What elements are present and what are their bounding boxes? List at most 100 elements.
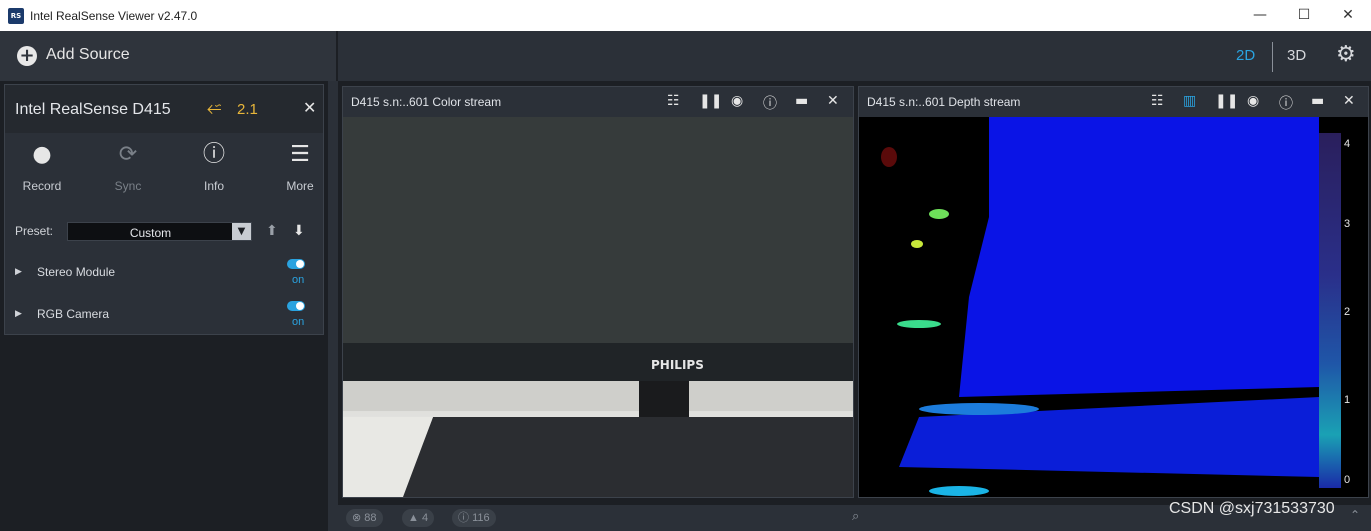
module-rgb[interactable]: ▶ RGB Camera bbox=[15, 307, 315, 327]
legend-label: 1 bbox=[1344, 394, 1351, 406]
preset-value: Custom bbox=[129, 226, 172, 240]
depth-region-far bbox=[959, 117, 1319, 397]
info-button[interactable]: ⓘ Info bbox=[179, 141, 249, 193]
expand-arrow-icon: ▶ bbox=[15, 309, 22, 319]
sync-label: Sync bbox=[114, 179, 142, 193]
close-stream-icon[interactable]: ✕ bbox=[1343, 93, 1355, 109]
color-stream-panel: D415 s.n:..601 Color stream ☷ ❚❚ ◉ ⓘ ▬ ✕… bbox=[342, 86, 854, 498]
depth-blob bbox=[881, 147, 897, 167]
error-count-button[interactable]: ⊗ 88 bbox=[346, 509, 383, 527]
desk-background bbox=[343, 381, 853, 411]
module-label: Stereo Module bbox=[37, 265, 116, 279]
maximize-button[interactable]: ☐ bbox=[1284, 4, 1324, 26]
monitor-bezel bbox=[343, 343, 853, 381]
add-source-label: Add Source bbox=[46, 46, 130, 63]
depth-blob bbox=[929, 209, 949, 219]
monitor-screen bbox=[343, 117, 853, 345]
histogram-icon[interactable]: ▥ bbox=[1183, 93, 1196, 109]
module-stereo[interactable]: ▶ Stereo Module bbox=[15, 265, 315, 285]
module-label: RGB Camera bbox=[37, 307, 110, 321]
window-titlebar: RS Intel RealSense Viewer v2.47.0 — ☐ ✕ bbox=[0, 0, 1371, 31]
stream-title: D415 s.n:..601 Color stream bbox=[351, 95, 502, 109]
info-count: 116 bbox=[472, 512, 490, 524]
stream-header: D415 s.n:..601 Depth stream ☷ ▥ ❚❚ ◉ ⓘ ▬… bbox=[859, 87, 1368, 117]
rgb-toggle-state: on bbox=[292, 316, 305, 328]
add-source-button[interactable]: + Add Source bbox=[0, 31, 338, 81]
sync-icon: ⟳ bbox=[118, 142, 138, 167]
minimize-panel-icon[interactable]: ▬ bbox=[1311, 93, 1324, 109]
info-icon: ⓘ bbox=[458, 512, 473, 524]
color-scene: PHILIPS bbox=[343, 117, 853, 497]
camera-icon[interactable]: ◉ bbox=[731, 93, 743, 109]
stereo-toggle-state: on bbox=[292, 274, 305, 286]
window-title: Intel RealSense Viewer v2.47.0 bbox=[30, 9, 198, 23]
download-icon[interactable]: ⬇ bbox=[293, 223, 305, 239]
menu-icon: ☰ bbox=[290, 142, 310, 167]
mode-separator bbox=[1272, 42, 1273, 72]
settings-gear-icon[interactable]: ⚙ bbox=[1336, 42, 1356, 67]
info-icon[interactable]: ⓘ bbox=[1279, 93, 1293, 113]
monitor-stand bbox=[639, 381, 689, 417]
depth-scene bbox=[881, 117, 1319, 496]
legend-label: 4 bbox=[1344, 138, 1351, 150]
watermark: CSDN @sxj731533730 bbox=[1169, 500, 1335, 517]
info-icon[interactable]: ⓘ bbox=[763, 93, 777, 113]
record-button[interactable]: ● Record bbox=[7, 141, 77, 193]
depth-blob bbox=[897, 320, 941, 328]
minimize-panel-icon[interactable]: ▬ bbox=[795, 93, 808, 109]
stereo-toggle[interactable] bbox=[287, 259, 305, 269]
legend-label: 2 bbox=[1344, 306, 1351, 318]
record-label: Record bbox=[22, 179, 62, 193]
rgb-toggle[interactable] bbox=[287, 301, 305, 311]
close-window-button[interactable]: ✕ bbox=[1328, 4, 1368, 26]
minimize-button[interactable]: — bbox=[1240, 4, 1280, 26]
info-icon: ⓘ bbox=[202, 142, 225, 167]
more-label: More bbox=[286, 179, 314, 193]
info-count-button[interactable]: ⓘ 116 bbox=[452, 509, 496, 527]
checklist-icon[interactable]: ☷ bbox=[1151, 93, 1164, 109]
depth-blob bbox=[911, 240, 923, 248]
close-stream-icon[interactable]: ✕ bbox=[827, 93, 839, 109]
depth-edge bbox=[929, 486, 989, 496]
depth-colormap-legend bbox=[1319, 133, 1341, 488]
keyboard bbox=[403, 417, 853, 497]
pause-icon[interactable]: ❚❚ bbox=[1215, 93, 1238, 109]
more-button[interactable]: ☰ More bbox=[265, 141, 335, 193]
usb-icon: ⭁ bbox=[207, 98, 222, 119]
preset-select[interactable]: Custom ▼ bbox=[67, 222, 252, 241]
device-card: Intel RealSense D415 ⭁ 2.1 ✕ ● Record ⟳ … bbox=[4, 84, 324, 335]
depth-stream-panel: D415 s.n:..601 Depth stream ☷ ▥ ❚❚ ◉ ⓘ ▬… bbox=[858, 86, 1369, 498]
plus-circle-icon: + bbox=[17, 46, 37, 66]
expand-up-icon[interactable]: ⌃ bbox=[1350, 508, 1360, 522]
upload-icon[interactable]: ⬆ bbox=[266, 223, 278, 239]
realsense-app-icon: RS bbox=[8, 8, 24, 24]
device-header: Intel RealSense D415 ⭁ 2.1 ✕ bbox=[5, 85, 323, 133]
preset-label: Preset: bbox=[15, 224, 54, 238]
error-count: 88 bbox=[364, 512, 377, 524]
color-frame: PHILIPS bbox=[343, 117, 853, 497]
mode-3d-button[interactable]: 3D bbox=[1287, 47, 1306, 64]
remove-device-button[interactable]: ✕ bbox=[303, 98, 316, 117]
sync-button[interactable]: ⟳ Sync bbox=[93, 141, 163, 193]
monitor-logo: PHILIPS bbox=[651, 358, 704, 372]
checklist-icon[interactable]: ☷ bbox=[667, 93, 680, 109]
record-icon: ● bbox=[32, 142, 52, 167]
pause-icon[interactable]: ❚❚ bbox=[699, 93, 722, 109]
expand-arrow-icon: ▶ bbox=[15, 267, 22, 277]
error-icon: ⊗ bbox=[352, 512, 365, 524]
stream-header: D415 s.n:..601 Color stream ☷ ❚❚ ◉ ⓘ ▬ ✕ bbox=[343, 87, 853, 117]
depth-frame bbox=[859, 117, 1368, 497]
legend-label: 0 bbox=[1344, 474, 1351, 486]
warning-count-button[interactable]: ▲ 4 bbox=[402, 509, 435, 527]
search-icon[interactable]: ⌕ bbox=[852, 509, 859, 524]
depth-edge bbox=[919, 403, 1039, 415]
warning-icon: ▲ bbox=[408, 512, 422, 524]
info-label: Info bbox=[203, 179, 224, 193]
stream-title: D415 s.n:..601 Depth stream bbox=[867, 95, 1021, 109]
mode-2d-button[interactable]: 2D bbox=[1236, 47, 1255, 64]
device-name: Intel RealSense D415 bbox=[15, 101, 171, 118]
camera-icon[interactable]: ◉ bbox=[1247, 93, 1259, 109]
usb-version: 2.1 bbox=[237, 101, 258, 118]
legend-label: 3 bbox=[1344, 218, 1351, 230]
dropdown-arrow-icon: ▼ bbox=[232, 223, 251, 240]
